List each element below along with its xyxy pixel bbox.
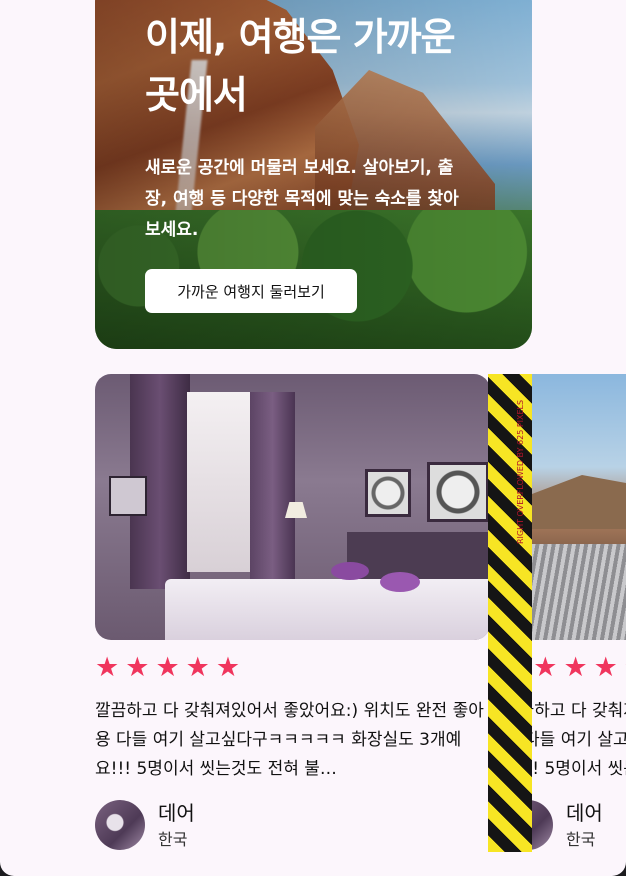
avatar: [95, 800, 145, 850]
star-icon: ★: [185, 652, 210, 683]
author-name: 데어: [158, 801, 195, 825]
star-icon: ★: [155, 652, 180, 683]
star-icon: ★: [533, 652, 558, 683]
review-photo: [95, 374, 490, 640]
overflow-warning-label: RIGHT OVERFLOWED BY 625 PIXELS: [516, 399, 525, 544]
review-text: 깔끔하고 다 갖춰져있어서 좋았어요:) 위치도 완전 좋아용 다들 여기 살고…: [95, 701, 484, 779]
author-country: 한국: [158, 830, 188, 849]
star-icon: ★: [95, 652, 120, 683]
star-icon: ★: [125, 652, 150, 683]
author-name: 데어: [566, 801, 603, 825]
review-card[interactable]: ★ ★ ★ ★ ★ 깔끔하고 다 갖춰져있어서 좋았어요:) 위치도 완전 좋아…: [95, 374, 490, 850]
explore-nearby-button[interactable]: 가까운 여행지 둘러보기: [145, 269, 357, 313]
author-country: 한국: [566, 830, 596, 849]
hero-banner: 이제, 여행은 가까운 곳에서 새로운 공간에 머물러 보세요. 살아보기, 출…: [95, 0, 532, 349]
star-icon: ★: [215, 652, 241, 683]
rating-stars: ★ ★ ★ ★ ★: [95, 654, 240, 682]
app-screen: 이제, 여행은 가까운 곳에서 새로운 공간에 머물러 보세요. 살아보기, 출…: [0, 0, 626, 876]
hero-description: 새로운 공간에 머물러 보세요. 살아보기, 출장, 여행 등 다양한 목적에 …: [145, 158, 459, 240]
star-icon: ★: [563, 652, 588, 683]
review-author: 데어 한국: [95, 800, 195, 852]
hero-title: 이제, 여행은 가까운 곳에서: [145, 15, 456, 117]
star-icon: ★: [593, 652, 618, 683]
overflow-warning-stripe: RIGHT OVERFLOWED BY 625 PIXELS: [488, 374, 532, 852]
